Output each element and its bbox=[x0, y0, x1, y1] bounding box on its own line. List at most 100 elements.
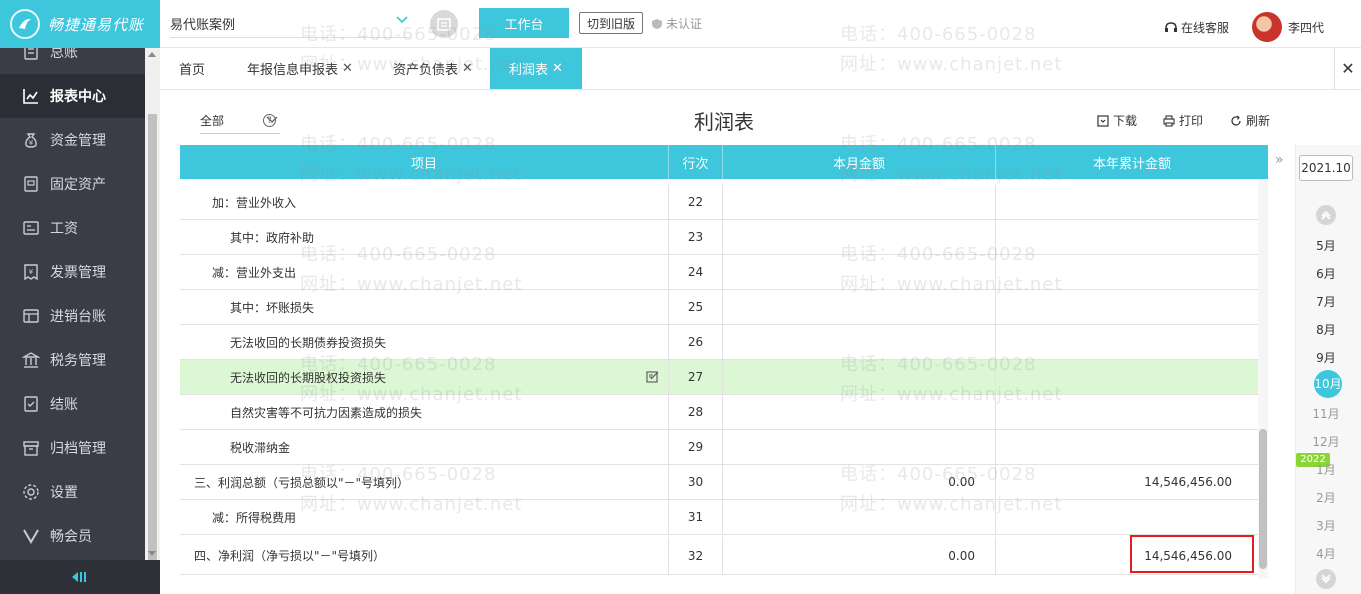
year-amount-cell[interactable] bbox=[996, 220, 1258, 254]
tab-home[interactable]: 首页 bbox=[160, 48, 224, 89]
table-row[interactable]: 无法收回的长期债券投资损失 26 bbox=[180, 325, 1268, 360]
month-item[interactable]: 3月 bbox=[1296, 517, 1356, 534]
month-amount-cell[interactable] bbox=[723, 290, 996, 324]
month-item[interactable]: 4月 bbox=[1296, 545, 1356, 562]
refresh-icon bbox=[1231, 115, 1241, 126]
month-amount-cell[interactable] bbox=[723, 185, 996, 219]
sidebar-item-fixed-assets[interactable]: 固定资产 bbox=[0, 162, 145, 206]
year-amount-cell[interactable] bbox=[996, 395, 1258, 429]
online-service-link[interactable]: 在线客服 bbox=[1164, 19, 1229, 36]
close-icon[interactable]: ✕ bbox=[342, 61, 353, 76]
month-amount-cell[interactable] bbox=[723, 255, 996, 289]
year-amount-cell[interactable] bbox=[996, 360, 1258, 394]
tab-annual-report[interactable]: 年报信息申报表 ✕ bbox=[234, 48, 366, 89]
sidebar-item-label: 资金管理 bbox=[50, 133, 106, 149]
app-logo[interactable]: 畅捷通易代账 bbox=[0, 0, 160, 48]
calendar-icon[interactable] bbox=[430, 10, 458, 38]
tab-income-statement[interactable]: 利润表 ✕ bbox=[490, 48, 582, 89]
sidebar-item-funds[interactable]: ¥ 资金管理 bbox=[0, 118, 145, 162]
month-item[interactable]: 7月 bbox=[1296, 293, 1356, 310]
download-icon bbox=[1097, 114, 1109, 127]
shield-icon bbox=[652, 18, 662, 29]
sidebar-item-invoice[interactable]: ¥ 发票管理 bbox=[0, 250, 145, 294]
certification-status[interactable]: 未认证 bbox=[651, 15, 702, 32]
month-item-selected[interactable]: 10月 bbox=[1314, 370, 1342, 398]
switch-old-version-button[interactable]: 切到旧版 bbox=[579, 12, 643, 34]
avatar[interactable] bbox=[1252, 12, 1282, 42]
table-row-highlighted[interactable]: 无法收回的长期股权投资损失 27 bbox=[180, 360, 1268, 395]
year-amount-cell[interactable]: 14,546,456.00 bbox=[996, 465, 1258, 499]
month-amount-cell[interactable]: 0.00 bbox=[723, 465, 996, 499]
collapse-sidebar-button[interactable] bbox=[0, 560, 160, 594]
money-bag-icon: ¥ bbox=[22, 131, 40, 149]
period-scroll-up-button[interactable] bbox=[1316, 205, 1336, 225]
year-amount-cell[interactable] bbox=[996, 430, 1258, 464]
month-amount-cell[interactable] bbox=[723, 430, 996, 464]
scrollbar-thumb[interactable] bbox=[148, 114, 157, 586]
refresh-button[interactable]: 刷新 bbox=[1230, 112, 1270, 129]
workbench-button[interactable]: 工作台 bbox=[479, 8, 569, 38]
help-icon[interactable]: ? bbox=[263, 114, 276, 127]
sidebar-item-settings[interactable]: 设置 bbox=[0, 470, 145, 514]
sidebar-item-archive[interactable]: 归档管理 bbox=[0, 426, 145, 470]
month-item[interactable]: 6月 bbox=[1296, 265, 1356, 282]
year-amount-cell[interactable] bbox=[996, 325, 1258, 359]
month-item[interactable]: 11月 bbox=[1296, 405, 1356, 422]
edit-icon[interactable] bbox=[646, 370, 660, 384]
headset-icon bbox=[1165, 21, 1177, 32]
month-amount-cell[interactable] bbox=[723, 220, 996, 254]
scroll-down-arrow-icon[interactable] bbox=[148, 551, 156, 556]
table-row[interactable]: 加：营业外收入 22 bbox=[180, 185, 1268, 220]
year-amount-cell[interactable] bbox=[996, 500, 1258, 534]
month-item[interactable]: 1月 bbox=[1296, 461, 1356, 478]
year-amount-cell[interactable] bbox=[996, 185, 1258, 219]
table-scrollbar[interactable] bbox=[1258, 179, 1268, 579]
sidebar-item-report-center[interactable]: 报表中心 bbox=[0, 74, 145, 118]
close-icon[interactable]: ✕ bbox=[462, 61, 473, 76]
table-row[interactable]: 其中：坏账损失 25 bbox=[180, 290, 1268, 325]
month-item[interactable]: 12月 bbox=[1296, 433, 1356, 450]
sidebar-scrollbar[interactable] bbox=[145, 48, 160, 586]
close-all-tabs-button[interactable]: ✕ bbox=[1334, 48, 1361, 89]
month-amount-cell[interactable] bbox=[723, 325, 996, 359]
sidebar-item-inventory[interactable]: 进销台账 bbox=[0, 294, 145, 338]
asset-icon bbox=[22, 175, 40, 193]
month-item[interactable]: 8月 bbox=[1296, 321, 1356, 338]
table-row[interactable]: 其中：政府补助 23 bbox=[180, 220, 1268, 255]
income-statement-table: 项目 行次 本月金额 本年累计金额 加：营业外收入 22 其中：政府补助 23 … bbox=[180, 145, 1268, 580]
sidebar-item-vip[interactable]: 畅会员 bbox=[0, 514, 145, 558]
sidebar: 总账 报表中心 ¥ 资金管理 固定资产 工资 ¥ 发票管理 进销台账 税务管理 bbox=[0, 0, 160, 594]
expand-panel-icon[interactable]: » bbox=[1275, 152, 1284, 168]
table-row[interactable]: 三、利润总额（亏损总额以"－"号填列） 30 0.00 14,546,456.0… bbox=[180, 465, 1268, 500]
sidebar-item-checkout[interactable]: 结账 bbox=[0, 382, 145, 426]
year-amount-cell[interactable] bbox=[996, 255, 1258, 289]
tab-balance-sheet[interactable]: 资产负债表 ✕ bbox=[382, 48, 484, 89]
company-selector[interactable]: 易代账案例 bbox=[170, 14, 410, 38]
scroll-up-arrow-icon[interactable] bbox=[148, 52, 156, 57]
table-row[interactable]: 税收滞纳金 29 bbox=[180, 430, 1268, 465]
table-row[interactable]: 减：所得税费用 31 bbox=[180, 500, 1268, 535]
table-row[interactable]: 减：营业外支出 24 bbox=[180, 255, 1268, 290]
sidebar-item-tax[interactable]: 税务管理 bbox=[0, 338, 145, 382]
period-year-select[interactable]: 2021.10 bbox=[1299, 155, 1353, 181]
month-amount-cell[interactable] bbox=[723, 395, 996, 429]
table-row[interactable]: 自然灾害等不可抗力因素造成的损失 28 bbox=[180, 395, 1268, 430]
username[interactable]: 李四代 bbox=[1288, 19, 1324, 36]
print-button[interactable]: 打印 bbox=[1163, 112, 1203, 129]
period-panel: 2021.10 5月 6月 7月 8月 9月 10月 11月 12月 2022 … bbox=[1295, 145, 1361, 594]
download-button[interactable]: 下载 bbox=[1097, 112, 1137, 129]
sidebar-item-payroll[interactable]: 工资 bbox=[0, 206, 145, 250]
month-item[interactable]: 9月 bbox=[1296, 349, 1356, 366]
month-amount-cell[interactable] bbox=[723, 500, 996, 534]
period-scroll-down-button[interactable] bbox=[1316, 569, 1336, 589]
month-amount-cell[interactable] bbox=[723, 360, 996, 394]
year-amount-cell[interactable] bbox=[996, 290, 1258, 324]
month-item[interactable]: 5月 bbox=[1296, 237, 1356, 254]
close-icon[interactable]: ✕ bbox=[552, 61, 563, 76]
vip-icon bbox=[22, 527, 40, 545]
column-header-year: 本年累计金额 bbox=[1092, 156, 1171, 172]
scrollbar-thumb[interactable] bbox=[1259, 429, 1267, 569]
month-amount-cell[interactable]: 0.00 bbox=[723, 537, 996, 574]
table-row[interactable]: 四、净利润（净亏损以"－"号填列） 32 0.00 14,546,456.00 bbox=[180, 537, 1268, 575]
month-item[interactable]: 2月 bbox=[1296, 489, 1356, 506]
